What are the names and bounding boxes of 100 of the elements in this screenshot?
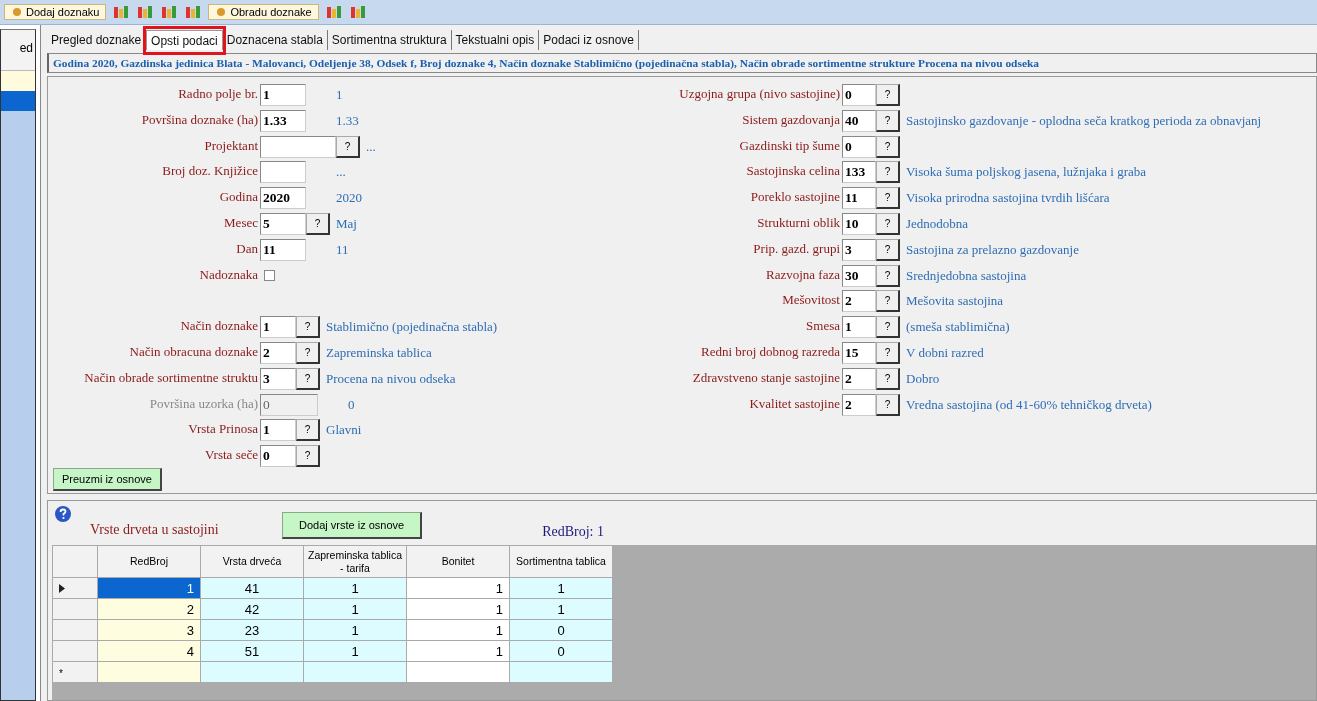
lookup-button[interactable]: ? <box>876 187 900 210</box>
input-field[interactable]: 40 <box>842 109 876 132</box>
field-description: Vredna sastojina (od 41-60% tehničkog drveta) <box>905 395 1152 414</box>
field-label: Sistem gazdovanja <box>741 110 841 129</box>
input-field[interactable]: 2 <box>260 341 296 364</box>
input-field[interactable]: 5 <box>260 213 306 235</box>
input-field[interactable]: 3 <box>842 238 876 261</box>
field-description: Glavni <box>325 421 362 440</box>
column-header[interactable]: Zapreminska tablica - tarifa <box>303 545 407 578</box>
lookup-button[interactable]: ? <box>876 290 900 313</box>
input-field[interactable]: 1 <box>260 84 306 106</box>
lookup-button[interactable]: ? <box>296 367 320 390</box>
input-field[interactable]: 10 <box>842 213 876 235</box>
field-label: Radno polje br. <box>177 85 259 103</box>
field-description: Sastojinsko gazdovanje - oplodna seča kratkog perioda za obnavjanj <box>905 111 1262 130</box>
input-field[interactable]: 3 <box>260 367 296 390</box>
tab[interactable]: Sortimentna struktura <box>327 30 452 50</box>
lookup-button[interactable]: ? <box>876 161 900 184</box>
toolbar-button[interactable]: Obradu doznake <box>208 4 319 20</box>
field-description: Stablimično (pojedinačna stabla) <box>325 318 498 337</box>
input-field[interactable]: 133 <box>842 161 876 184</box>
field-label: Vrsta seče <box>204 446 259 465</box>
toolbar-button[interactable]: Dodaj doznaku <box>4 4 107 20</box>
field-description: 11 <box>335 240 349 259</box>
tab[interactable]: Opsti podaci <box>146 30 223 50</box>
lookup-button[interactable]: ? <box>876 393 900 416</box>
input-field[interactable]: 15 <box>842 341 876 364</box>
field-label: Smesa <box>805 317 841 336</box>
lookup-button[interactable]: ? <box>876 213 900 235</box>
field-label: Uzgojna grupa (nivo sastojine) <box>678 85 841 103</box>
field-label: Razvojna faza <box>765 265 841 284</box>
input-field[interactable]: 30 <box>842 264 876 287</box>
row-header[interactable] <box>52 577 98 599</box>
lookup-button[interactable]: ? <box>336 135 360 158</box>
toolbar-icon[interactable] <box>184 5 203 19</box>
lookup-button[interactable]: ? <box>296 445 320 468</box>
column-header[interactable]: Vrsta drveća <box>200 545 304 578</box>
lookup-button[interactable]: ? <box>296 341 320 364</box>
tab[interactable]: Doznacena stabla <box>222 30 328 50</box>
new-row-marker: * <box>59 667 63 679</box>
lookup-button[interactable]: ? <box>876 264 900 287</box>
field-description: ... <box>365 137 376 156</box>
field-label: Način obracuna doznake <box>128 342 259 361</box>
column-header[interactable]: Bonitet <box>406 545 510 578</box>
lookup-button[interactable]: ? <box>296 316 320 339</box>
input-field[interactable] <box>260 135 336 158</box>
field-label: Vrsta Prinosa <box>187 420 259 439</box>
add-species-button[interactable]: Dodaj vrste iz osnove <box>282 511 423 539</box>
column-header[interactable]: RedBroj <box>97 545 201 578</box>
input-field[interactable]: 11 <box>260 238 306 261</box>
input-field[interactable]: 1 <box>260 316 296 339</box>
lookup-button[interactable]: ? <box>876 84 900 106</box>
field-description: Srednjedobna sastojina <box>905 266 1027 285</box>
toolbar-icon[interactable] <box>348 5 367 19</box>
input-field[interactable]: 1 <box>842 316 876 339</box>
toolbar-icon[interactable] <box>112 5 131 19</box>
input-field[interactable]: 2 <box>842 367 876 390</box>
field-description: Dobro <box>905 369 940 388</box>
input-field[interactable]: 0 <box>842 84 876 106</box>
toolbar-icon[interactable] <box>136 5 155 19</box>
input-field[interactable]: 1.33 <box>260 109 306 132</box>
input-field[interactable]: 0 <box>260 445 296 468</box>
lookup-button[interactable]: ? <box>876 109 900 132</box>
tab[interactable]: Tekstualni opis <box>451 30 540 50</box>
toolbar-glyph-icon <box>11 7 23 17</box>
field-description: V dobni razred <box>905 343 984 362</box>
input-field[interactable]: 11 <box>842 187 876 210</box>
help-icon[interactable] <box>54 505 72 523</box>
field-description: 0 <box>347 395 355 414</box>
tab[interactable]: Podaci iz osnove <box>539 30 640 50</box>
field-description: Mešovita sastojina <box>905 292 1004 311</box>
input-field[interactable]: 0 <box>842 135 876 158</box>
checkbox[interactable] <box>264 269 275 281</box>
field-description: Visoka šuma poljskog jasena, lužnjaka i graba <box>905 163 1147 182</box>
field-description: Visoka prirodna sastojina tvrdih lišćara <box>905 189 1110 208</box>
lookup-button[interactable]: ? <box>876 316 900 339</box>
input-field[interactable]: 2 <box>842 393 876 416</box>
input-field[interactable]: 1 <box>260 419 296 442</box>
input-field[interactable]: 2020 <box>260 187 306 210</box>
toolbar-icon[interactable] <box>324 5 343 19</box>
field-label: Mesec <box>223 214 259 232</box>
input-field[interactable] <box>260 161 306 184</box>
field-description: Maj <box>335 215 357 233</box>
section-title: Vrste drveta u sastojini <box>90 522 220 538</box>
lookup-button[interactable]: ? <box>296 419 320 442</box>
input-field[interactable]: 2 <box>842 290 876 313</box>
lookup-button[interactable]: ? <box>876 238 900 261</box>
current-row-icon <box>59 583 65 593</box>
field-description: (smeša stablimična) <box>905 318 1010 337</box>
lookup-button[interactable]: ? <box>306 213 330 235</box>
field-label: Površina uzorka (ha) <box>148 394 259 413</box>
lookup-button[interactable]: ? <box>876 367 900 390</box>
column-header[interactable]: Sortimentna tablica <box>509 545 613 578</box>
lookup-button[interactable]: ? <box>876 341 900 364</box>
lookup-button[interactable]: ? <box>876 135 900 158</box>
field-label: Površina doznake (ha) <box>140 110 259 129</box>
toolbar-icon[interactable] <box>160 5 179 19</box>
field-description: Zapreminska tablica <box>325 343 432 362</box>
preuzmi-button[interactable]: Preuzmi iz osnove <box>53 468 162 491</box>
field-label: Mešovitost <box>781 291 841 310</box>
